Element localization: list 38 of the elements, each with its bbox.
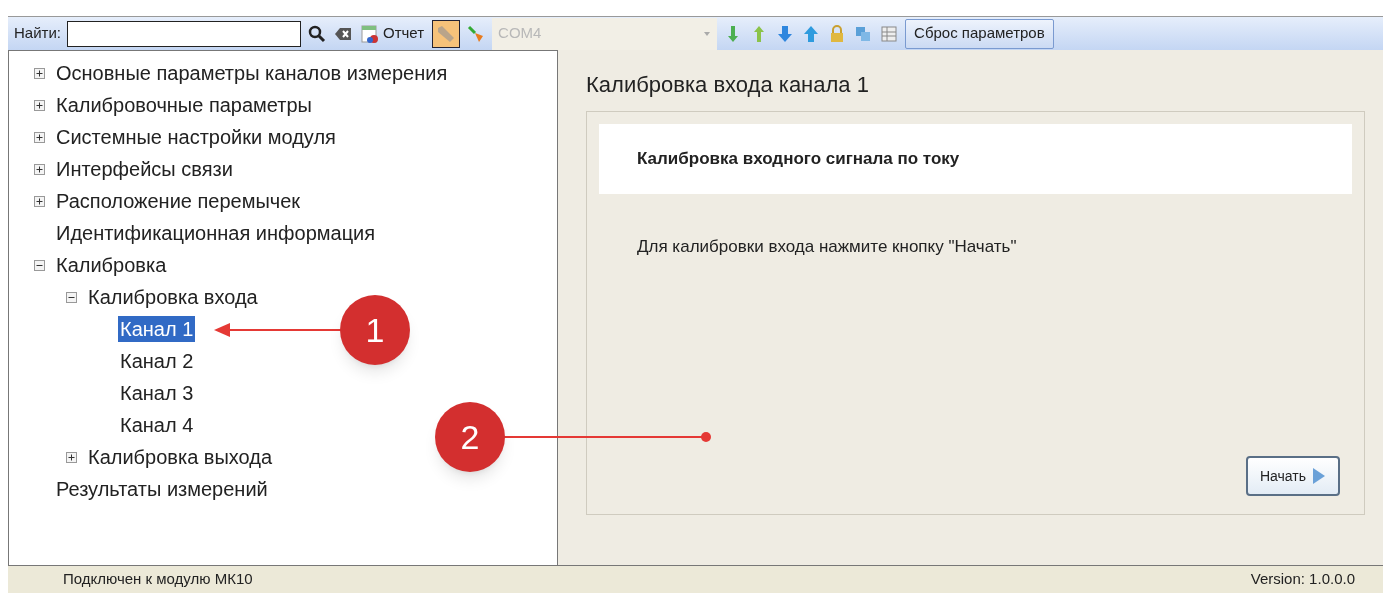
connect-toggle[interactable] <box>432 19 461 48</box>
collapse-icon[interactable] <box>66 291 77 303</box>
start-button[interactable]: Начать <box>1245 456 1340 496</box>
content-title: Калибровка входа канала 1 <box>586 71 870 99</box>
expand-icon[interactable] <box>34 67 45 79</box>
section-heading: Калибровка входного сигнала по току <box>637 148 960 171</box>
plug-icon <box>438 25 455 42</box>
expand-icon[interactable] <box>34 163 45 175</box>
collapse-icon[interactable] <box>34 259 45 271</box>
reset-button[interactable]: Сброс параметров <box>905 18 1054 49</box>
tree-item[interactable]: Идентификационная информация <box>54 220 378 246</box>
tree-item[interactable]: Основные параметры каналов измерения <box>54 60 450 86</box>
tree-item[interactable]: Системные настройки модуля <box>54 124 338 150</box>
tree-item[interactable]: Результаты измерений <box>54 476 270 502</box>
tree-item[interactable]: Калибровка входа <box>86 284 260 310</box>
tree-item[interactable]: Расположение перемычек <box>54 188 303 214</box>
expand-icon[interactable] <box>66 451 77 463</box>
play-icon <box>1312 467 1326 485</box>
tree-item[interactable]: Калибровочные параметры <box>54 92 314 118</box>
tree-item[interactable]: Канал 3 <box>118 380 196 406</box>
report-button[interactable]: Отчет <box>359 22 427 45</box>
expand-icon[interactable] <box>34 99 45 111</box>
search-field[interactable] <box>67 20 301 47</box>
tree-item[interactable]: Интерфейсы связи <box>54 156 235 182</box>
expand-icon[interactable] <box>34 131 45 143</box>
report-icon <box>361 23 379 44</box>
instruction-text: Для калибровки входа нажмите кнопку "Начать" <box>637 236 1018 258</box>
tree-item[interactable]: Калибровка выхода <box>86 444 275 470</box>
search-label: Найти: <box>14 23 61 44</box>
tree-item[interactable]: Калибровка <box>54 252 169 278</box>
search-icon[interactable] <box>307 23 327 44</box>
connection-status: Подключен к модулю МК10 <box>63 569 253 590</box>
expand-icon[interactable] <box>34 195 45 207</box>
caret-icon <box>703 30 712 37</box>
tree-item[interactable]: Канал 1 <box>118 316 196 342</box>
tree-item[interactable]: Канал 4 <box>118 412 196 438</box>
version-label: Version: 1.0.0.0 <box>1250 569 1355 590</box>
tree-item[interactable]: Канал 2 <box>118 348 196 374</box>
